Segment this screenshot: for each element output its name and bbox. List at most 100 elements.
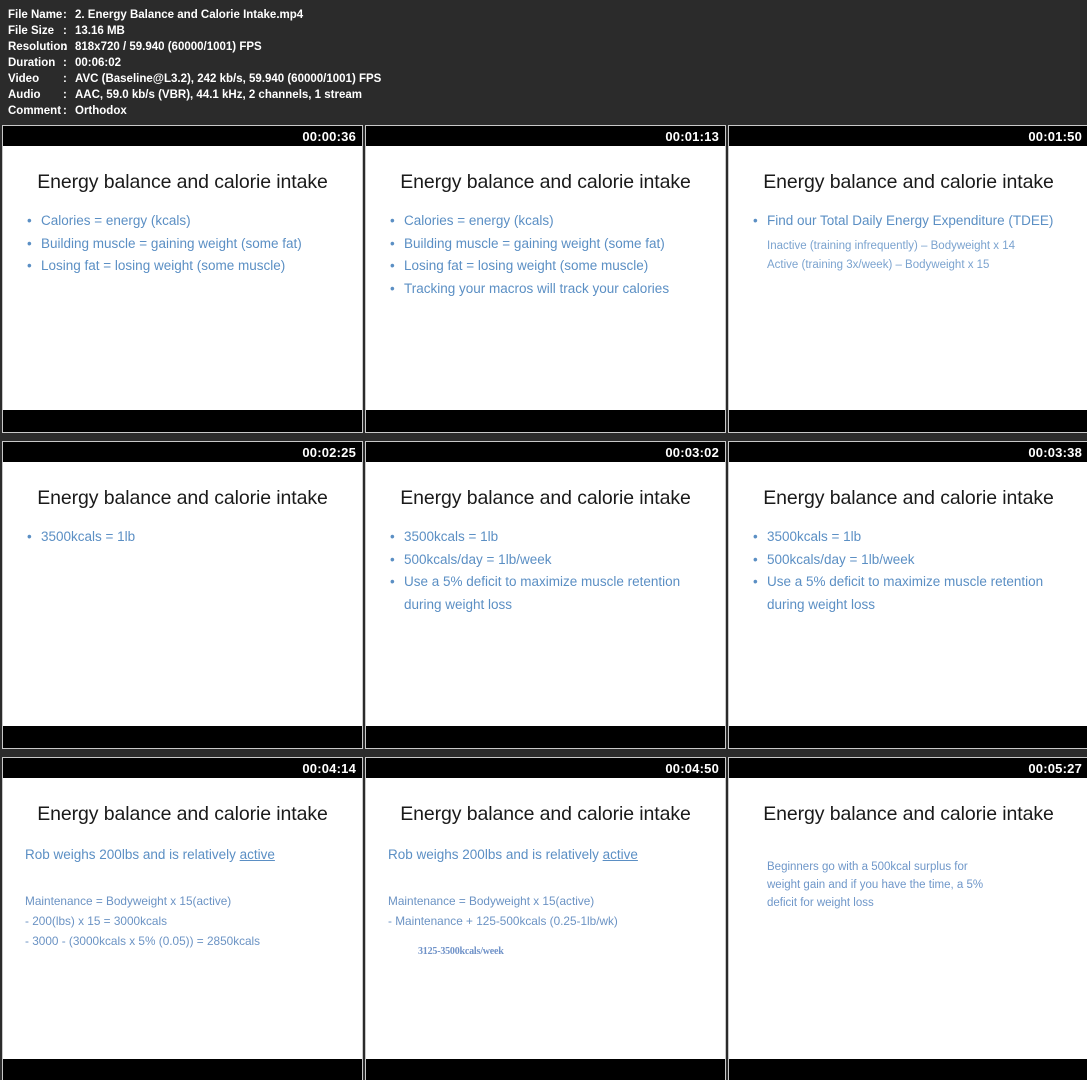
slide-title: Energy balance and calorie intake [37, 803, 328, 825]
letterbox-bar [366, 1059, 725, 1080]
timestamp-label: 00:01:50 [1028, 128, 1082, 144]
slide-intro-line: Rob weighs 200lbs and is relatively acti… [25, 844, 346, 865]
slide-paragraph-block: Beginners go with a 500kcal surplus for w… [729, 858, 1087, 912]
slide-title: Energy balance and calorie intake [37, 171, 328, 193]
letterbox-bar [3, 1059, 362, 1080]
timestamp-bar: 00:02:25 [3, 442, 362, 462]
slide-intro-emphasis: active [602, 847, 638, 862]
metadata-colon: : [63, 41, 67, 53]
video-thumbnail-cell[interactable]: 00:00:36 Energy balance and calorie intak… [2, 125, 363, 433]
slide-frame: Energy balance and calorie intake 3500kca… [3, 462, 362, 726]
slide-calculation-line: Maintenance = Bodyweight x 15(active) [388, 894, 595, 908]
video-thumbnail-cell[interactable]: 00:02:25 Energy balance and calorie intak… [2, 441, 363, 749]
timestamp-bar: 00:03:38 [729, 442, 1087, 462]
letterbox-bar [366, 726, 725, 748]
file-metadata-header: File Name:2. Energy Balance and Calorie … [0, 0, 1087, 125]
video-thumbnail-cell[interactable]: 00:05:27 Energy balance and calorie intak… [728, 757, 1087, 1080]
slide-bullet-list: 3500kcals = 1lb500kcals/day = 1lb/weekUs… [729, 526, 1087, 616]
slide-subline: Inactive (training infrequently) – Bodyw… [767, 239, 1016, 252]
slide-frame: Energy balance and calorie intake Rob wei… [366, 778, 725, 1059]
slide-title: Energy balance and calorie intake [400, 487, 691, 509]
slide-intro-block: Rob weighs 200lbs and is relatively acti… [366, 844, 725, 865]
metadata-label: Audio [8, 89, 41, 101]
metadata-colon: : [63, 89, 67, 101]
letterbox-bar [729, 1059, 1087, 1080]
letterbox-bar [366, 410, 725, 432]
metadata-colon: : [63, 25, 67, 37]
slide-bullet-item: Use a 5% deficit to maximize muscle rete… [388, 571, 711, 616]
metadata-row: File Name:2. Energy Balance and Calorie … [8, 7, 1087, 23]
timestamp-label: 00:04:14 [302, 760, 356, 776]
metadata-colon: : [63, 9, 67, 21]
slide-bullet-item: Tracking your macros will track your cal… [388, 278, 711, 301]
video-thumbnail-cell[interactable]: 00:01:13 Energy balance and calorie intak… [365, 125, 726, 433]
thumbnail-grid: 00:00:36 Energy balance and calorie intak… [0, 125, 1087, 1080]
metadata-value: 00:06:02 [75, 57, 122, 69]
slide-title: Energy balance and calorie intake [763, 171, 1054, 193]
letterbox-bar [729, 726, 1087, 748]
slide-bullet-item: 3500kcals = 1lb [751, 526, 1074, 549]
metadata-value: AAC, 59.0 kb/s (VBR), 44.1 kHz, 2 channe… [75, 89, 362, 101]
timestamp-label: 00:05:27 [1028, 760, 1082, 776]
slide-bullet-item: Building muscle = gaining weight (some f… [388, 233, 711, 256]
slide-calculation-block: Maintenance = Bodyweight x 15(active) - 2… [3, 891, 362, 951]
metadata-value: AVC (Baseline@L3.2), 242 kb/s, 59.940 (6… [75, 73, 382, 85]
metadata-label: Comment [8, 105, 62, 117]
slide-paragraph-line: weight gain and if you have the time, a … [767, 879, 984, 891]
timestamp-label: 00:03:02 [665, 444, 719, 460]
slide-bullet-item: Use a 5% deficit to maximize muscle rete… [751, 571, 1074, 616]
slide-calculation-line: - 200(lbs) x 15 = 3000kcals [25, 914, 167, 928]
timestamp-bar: 00:03:02 [366, 442, 725, 462]
slide-bullet-item: 500kcals/day = 1lb/week [388, 549, 711, 572]
slide-title: Energy balance and calorie intake [763, 803, 1054, 825]
metadata-label: Resolution [8, 41, 68, 53]
timestamp-bar: 00:00:36 [3, 126, 362, 146]
slide-calculation-line: Maintenance = Bodyweight x 15(active) [25, 894, 232, 908]
slide-bullet-list: Find our Total Daily Energy Expenditure … [729, 210, 1087, 233]
video-thumbnail-cell[interactable]: 00:03:02 Energy balance and calorie intak… [365, 441, 726, 749]
timestamp-label: 00:03:38 [1028, 444, 1082, 460]
slide-frame: Energy balance and calorie intake 3500kca… [366, 462, 725, 726]
slide-title: Energy balance and calorie intake [400, 171, 691, 193]
video-thumbnail-cell[interactable]: 00:03:38 Energy balance and calorie intak… [728, 441, 1087, 749]
metadata-row: Comment: Orthodox [8, 103, 1087, 119]
slide-paragraph-line: deficit for weight loss [767, 897, 874, 909]
slide-bullet-item: Calories = energy (kcals) [388, 210, 711, 233]
slide-bullet-item: Find our Total Daily Energy Expenditure … [751, 210, 1074, 233]
slide-frame: Energy balance and calorie intake Calorie… [3, 146, 362, 410]
metadata-label: File Size [8, 25, 55, 37]
slide-frame: Energy balance and calorie intake Find ou… [729, 146, 1087, 410]
slide-bullet-item: Losing fat = losing weight (some muscle) [25, 255, 348, 278]
timestamp-label: 00:02:25 [302, 444, 356, 460]
metadata-label: Video [8, 73, 40, 85]
metadata-label: Duration [8, 57, 56, 69]
slide-frame: Energy balance and calorie intake Rob wei… [3, 778, 362, 1059]
slide-bullet-list: Calories = energy (kcals)Building muscle… [3, 210, 362, 278]
timestamp-bar: 00:01:13 [366, 126, 725, 146]
slide-intro-line: Rob weighs 200lbs and is relatively acti… [388, 844, 709, 865]
slide-bullet-item: 3500kcals = 1lb [25, 526, 348, 549]
slide-calculation-line: - 3000 - (3000kcals x 5% (0.05)) = 2850k… [25, 934, 261, 948]
metadata-colon: : [63, 105, 67, 117]
slide-frame: Energy balance and calorie intake 3500kca… [729, 462, 1087, 726]
video-thumbnail-cell[interactable]: 00:04:50 Energy balance and calorie intak… [365, 757, 726, 1080]
metadata-value: 2. Energy Balance and Calorie Intake.mp4 [75, 9, 304, 21]
slide-bullet-list: Calories = energy (kcals)Building muscle… [366, 210, 725, 300]
slide-paragraph-line: Beginners go with a 500kcal surplus for [767, 861, 968, 873]
slide-bullet-item: 3500kcals = 1lb [388, 526, 711, 549]
timestamp-label: 00:00:36 [302, 128, 356, 144]
slide-bullet-item: Building muscle = gaining weight (some f… [25, 233, 348, 256]
slide-title: Energy balance and calorie intake [400, 803, 691, 825]
video-thumbnail-cell[interactable]: 00:01:50 Energy balance and calorie intak… [728, 125, 1087, 433]
video-thumbnail-cell[interactable]: 00:04:14 Energy balance and calorie intak… [2, 757, 363, 1080]
metadata-row: File Size:13.16 MB [8, 23, 1087, 39]
slide-calculation-line: - Maintenance + 125-500kcals (0.25-1lb/w… [388, 914, 618, 928]
slide-frame: Energy balance and calorie intake Beginne… [729, 778, 1087, 1059]
metadata-row: Audio: AAC, 59.0 kb/s (VBR), 44.1 kHz, 2 … [8, 87, 1087, 103]
metadata-value: Orthodox [75, 105, 127, 117]
letterbox-bar [3, 410, 362, 432]
timestamp-bar: 00:01:50 [729, 126, 1087, 146]
slide-bullet-item: Calories = energy (kcals) [25, 210, 348, 233]
slide-subline-group: Inactive (training infrequently) – Bodyw… [729, 237, 1087, 275]
metadata-colon: : [63, 73, 67, 85]
